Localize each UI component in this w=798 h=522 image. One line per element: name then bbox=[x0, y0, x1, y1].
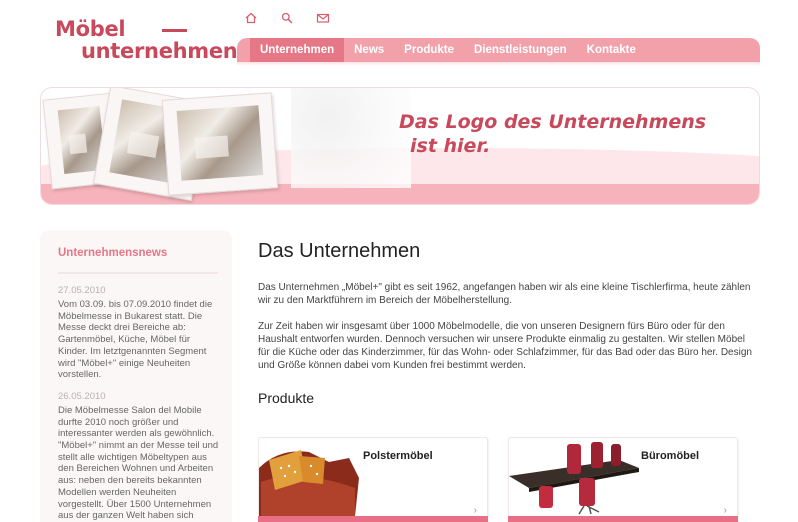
product-name: Polstermöbel bbox=[363, 450, 433, 462]
banner-room-image bbox=[291, 88, 411, 188]
slogan-line2: ist hier. bbox=[410, 135, 491, 157]
nav-shadow bbox=[237, 62, 760, 66]
product-card-bar bbox=[258, 516, 488, 522]
nav-item-kontakte[interactable]: Kontakte bbox=[577, 38, 646, 62]
news-item: 26.05.2010 Die Möbelmesse Salon del Mobi… bbox=[58, 391, 220, 522]
product-card-bueromoebel[interactable]: Büromöbel › bbox=[508, 437, 738, 522]
header-banner: Das Logo des Unternehmens ist hier. bbox=[40, 87, 760, 205]
news-date: 26.05.2010 bbox=[58, 390, 106, 402]
products-heading: Produkte bbox=[258, 390, 315, 407]
chevron-right-icon[interactable]: › bbox=[724, 505, 727, 516]
slogan-line1: Das Logo des Unternehmens bbox=[399, 111, 707, 133]
logo-dash bbox=[162, 29, 187, 32]
page-title: Das Unternehmen bbox=[258, 240, 421, 262]
news-item: 27.05.2010 Vom 03.09. bis 07.09.2010 fin… bbox=[58, 285, 220, 381]
news-text[interactable]: Die Möbelmesse Salon del Mobile durfte 2… bbox=[58, 405, 220, 522]
nav-item-news[interactable]: News bbox=[344, 38, 394, 62]
search-icon[interactable] bbox=[280, 11, 296, 27]
logo-line2: unternehmen bbox=[81, 39, 238, 63]
top-icon-bar bbox=[244, 11, 332, 27]
product-card-polstermoebel[interactable]: Polstermöbel › bbox=[258, 437, 488, 522]
intro-paragraph-1: Das Unternehmen „Möbel+" gibt es seit 19… bbox=[258, 282, 751, 306]
logo-line1: Möbel bbox=[55, 17, 126, 41]
chevron-right-icon[interactable]: › bbox=[474, 505, 477, 516]
banner-slogan: Das Logo des Unternehmens ist hier. bbox=[399, 110, 706, 158]
nav-item-dienstleistungen[interactable]: Dienstleistungen bbox=[464, 38, 577, 62]
home-icon[interactable] bbox=[244, 11, 260, 27]
product-cards: Polstermöbel › Büromöbel › bbox=[258, 437, 758, 522]
main-nav: Unternehmen News Produkte Dienstleistung… bbox=[237, 38, 760, 62]
mail-icon[interactable] bbox=[316, 11, 332, 27]
office-chairs-image bbox=[509, 442, 639, 515]
sidebar-divider bbox=[58, 272, 218, 274]
nav-item-unternehmen[interactable]: Unternehmen bbox=[250, 38, 345, 62]
news-list: 27.05.2010 Vom 03.09. bis 07.09.2010 fin… bbox=[58, 285, 220, 522]
sidebar-title[interactable]: Unternehmensnews bbox=[58, 247, 167, 259]
news-date: 27.05.2010 bbox=[58, 285, 106, 296]
sofa-image bbox=[259, 450, 359, 516]
site-logo[interactable]: Möbel unternehmen bbox=[55, 17, 238, 66]
intro-paragraph-2: Zur Zeit haben wir insgesamt über 1000 M… bbox=[258, 321, 752, 371]
nav-item-produkte[interactable]: Produkte bbox=[394, 38, 464, 62]
product-name: Büromöbel bbox=[641, 450, 700, 462]
product-card-bar bbox=[508, 516, 738, 522]
news-text[interactable]: Vom 03.09. bis 07.09.2010 findet die Möb… bbox=[58, 299, 220, 381]
main-content: Das Unternehmen Das Unternehmen „Möbel+"… bbox=[258, 238, 758, 406]
banner-photo-3 bbox=[161, 92, 279, 196]
news-sidebar: Unternehmensnews 27.05.2010 Vom 03.09. b… bbox=[40, 230, 232, 522]
